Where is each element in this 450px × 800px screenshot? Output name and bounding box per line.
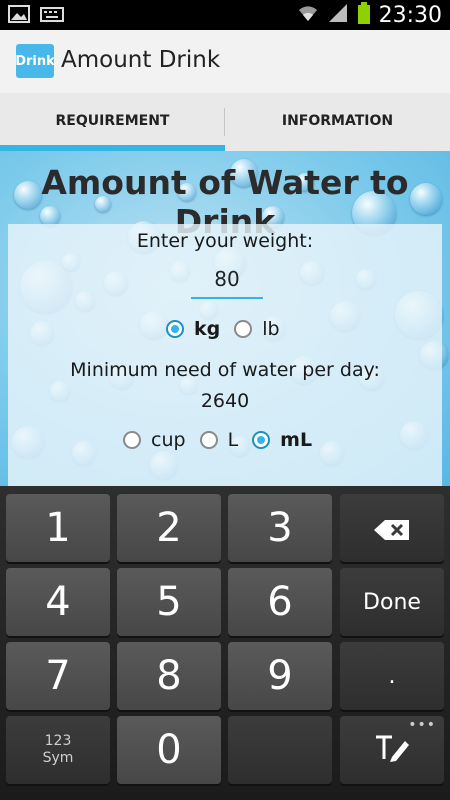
key-6[interactable]: 6 <box>228 568 332 636</box>
key-1[interactable]: 1 <box>6 494 110 562</box>
text-mode-key[interactable]: ••• <box>340 716 444 784</box>
tab-requirement[interactable]: REQUIREMENT <box>0 93 225 151</box>
ml-radio[interactable] <box>252 431 271 449</box>
app-title: Amount Drink <box>61 47 221 73</box>
cup-radio[interactable] <box>123 431 141 449</box>
requirement-panel: Amount of Water to Drink Enter your weig… <box>0 151 450 486</box>
clock: 23:30 <box>378 2 442 28</box>
blank-key[interactable] <box>228 716 332 784</box>
calculator-panel: Enter your weight: kg lb Minimum need of… <box>8 224 442 486</box>
liter-radio[interactable] <box>199 431 218 449</box>
backspace-key[interactable] <box>340 494 444 562</box>
key-5[interactable]: 5 <box>117 568 221 636</box>
weight-input[interactable] <box>191 261 263 299</box>
symbols-key[interactable]: 123 Sym <box>6 716 110 784</box>
app-icon[interactable]: Drink <box>15 44 55 78</box>
signal-icon <box>327 3 349 27</box>
lb-label: lb <box>262 318 280 340</box>
more-options-icon: ••• <box>408 717 436 733</box>
action-bar: Drink Amount Drink <box>0 30 450 94</box>
tab-information[interactable]: INFORMATION <box>225 93 450 151</box>
done-key[interactable]: Done <box>340 568 444 636</box>
weight-unit-group: kg lb <box>166 318 294 340</box>
keyboard-notification-icon <box>40 5 64 27</box>
battery-icon <box>357 2 371 28</box>
tab-bar: REQUIREMENT INFORMATION <box>0 93 450 151</box>
key-7[interactable]: 7 <box>6 642 110 710</box>
need-value: 2640 <box>200 390 250 412</box>
decimal-key[interactable]: . <box>340 642 444 710</box>
key-8[interactable]: 8 <box>117 642 221 710</box>
cup-label: cup <box>151 429 186 451</box>
text-mode-icon <box>372 727 412 773</box>
key-2[interactable]: 2 <box>117 494 221 562</box>
wifi-icon <box>297 3 319 27</box>
lb-radio[interactable] <box>234 320 253 338</box>
need-label: Minimum need of water per day: <box>70 359 380 381</box>
volume-unit-group: cup L mL <box>123 429 326 451</box>
status-bar: 23:30 <box>0 0 450 30</box>
image-notification-icon <box>8 5 30 27</box>
key-9[interactable]: 9 <box>228 642 332 710</box>
key-4[interactable]: 4 <box>6 568 110 636</box>
weight-prompt: Enter your weight: <box>136 230 314 252</box>
kg-label: kg <box>194 318 221 340</box>
ml-label: mL <box>280 429 313 451</box>
key-0[interactable]: 0 <box>117 716 221 784</box>
key-3[interactable]: 3 <box>228 494 332 562</box>
numeric-keyboard: 1 2 3 4 5 6 Done 7 8 9 . 123 Sym 0 ••• <box>0 486 450 800</box>
backspace-icon <box>373 505 411 551</box>
kg-radio[interactable] <box>166 320 184 338</box>
symbols-key-label-top: 123 <box>44 733 72 749</box>
symbols-key-label-bottom: Sym <box>42 750 74 766</box>
tab-divider <box>224 108 225 136</box>
liter-label: L <box>227 429 239 451</box>
